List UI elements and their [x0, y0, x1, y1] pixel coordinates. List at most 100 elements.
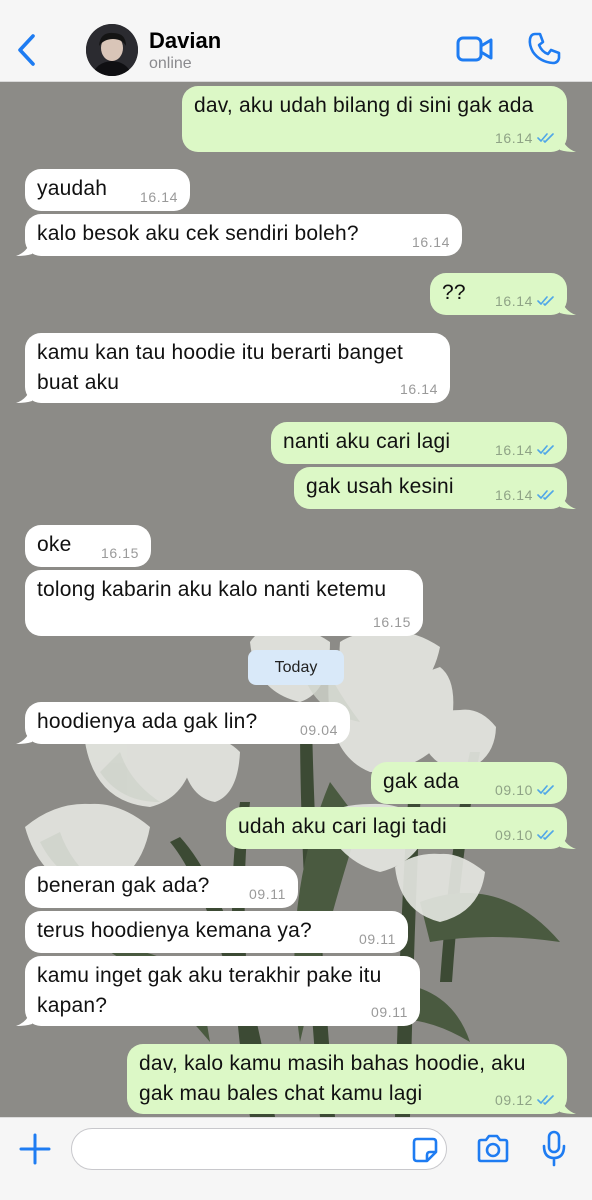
- message-incoming[interactable]: beneran gak ada? 09.11: [25, 866, 298, 908]
- message-incoming[interactable]: yaudah 16.14: [25, 169, 190, 211]
- message-text: dav, kalo kamu masih bahas hoodie, aku g…: [139, 1052, 526, 1105]
- message-time: 16.14: [494, 130, 533, 146]
- bubble-tail: [560, 831, 576, 849]
- message-time: 09.12: [494, 1092, 533, 1108]
- message-bubble[interactable]: hoodienya ada gak lin? 09.04: [16, 702, 350, 744]
- message-bubble[interactable]: beneran gak ada? 09.11: [25, 866, 298, 908]
- message-time: 16.14: [411, 234, 450, 250]
- composer-bar: [0, 1117, 592, 1200]
- contact-name[interactable]: Davian: [149, 28, 221, 54]
- message-time: 09.04: [299, 722, 338, 738]
- message-time: 09.11: [371, 1004, 408, 1020]
- read-ticks-icon: [537, 445, 554, 455]
- back-button[interactable]: [8, 24, 48, 76]
- read-ticks-icon: [537, 490, 554, 500]
- message-text: kamu kan tau hoodie itu berarti banget b…: [37, 341, 404, 394]
- message-time: 16.14: [139, 189, 178, 205]
- video-camera-icon: [456, 36, 493, 62]
- message-incoming[interactable]: hoodienya ada gak lin? 09.04: [16, 702, 350, 744]
- contact-status: online: [149, 55, 192, 72]
- message-time: 09.11: [249, 886, 286, 902]
- attach-button[interactable]: [18, 1132, 52, 1166]
- plus-icon: [19, 1133, 51, 1165]
- message-meta: 16.14: [495, 131, 555, 145]
- message-incoming[interactable]: tolong kabarin aku kalo nanti ketemu 16.1…: [25, 570, 423, 636]
- microphone-icon: [542, 1130, 566, 1167]
- bubble-tail: [16, 1008, 32, 1026]
- microphone-button[interactable]: [541, 1130, 567, 1168]
- message-bubble[interactable]: dav, aku udah bilang di sini gak ada 16.1…: [182, 86, 576, 152]
- message-bubble[interactable]: kalo besok aku cek sendiri boleh? 16.14: [16, 214, 462, 256]
- message-outgoing[interactable]: gak ada 09.10: [371, 762, 567, 804]
- message-meta: 16.14: [495, 488, 555, 502]
- bubble-tail: [16, 726, 32, 744]
- message-bubble[interactable]: yaudah 16.14: [25, 169, 190, 211]
- message-outgoing[interactable]: nanti aku cari lagi 16.14: [271, 422, 567, 464]
- read-ticks-icon: [537, 785, 554, 795]
- message-meta: 09.11: [249, 887, 286, 901]
- message-meta: 09.04: [300, 723, 338, 737]
- message-text: terus hoodienya kemana ya?: [37, 919, 312, 942]
- message-outgoing[interactable]: udah aku cari lagi tadi 09.10: [226, 807, 576, 849]
- message-incoming[interactable]: kamu inget gak aku terakhir pake itu kap…: [16, 956, 420, 1026]
- message-bubble[interactable]: tolong kabarin aku kalo nanti ketemu 16.1…: [25, 570, 423, 636]
- bubble-tail: [560, 134, 576, 152]
- message-bubble[interactable]: udah aku cari lagi tadi 09.10: [226, 807, 576, 849]
- avatar[interactable]: [86, 24, 138, 76]
- message-meta: 09.11: [359, 932, 396, 946]
- message-bubble[interactable]: nanti aku cari lagi 16.14: [271, 422, 567, 464]
- message-time: 09.10: [494, 782, 533, 798]
- message-outgoing[interactable]: gak usah kesini 16.14: [294, 467, 576, 509]
- message-incoming[interactable]: terus hoodienya kemana ya? 09.11: [25, 911, 408, 953]
- camera-button[interactable]: [475, 1133, 511, 1165]
- message-meta: 16.14: [400, 382, 438, 396]
- message-time: 16.14: [494, 442, 533, 458]
- back-chevron-icon: [18, 34, 35, 66]
- message-bubble[interactable]: ?? 16.14: [430, 273, 576, 315]
- message-time: 16.15: [100, 545, 139, 561]
- message-bubble[interactable]: kamu inget gak aku terakhir pake itu kap…: [16, 956, 420, 1026]
- message-meta: 09.11: [371, 1005, 408, 1019]
- message-meta: 16.14: [495, 294, 555, 308]
- message-bubble[interactable]: gak usah kesini 16.14: [294, 467, 576, 509]
- message-bubble[interactable]: oke 16.15: [25, 525, 151, 567]
- message-meta: 16.15: [373, 615, 411, 629]
- message-meta: 16.14: [140, 190, 178, 204]
- message-time: 16.14: [494, 487, 533, 503]
- bubble-tail: [16, 385, 32, 403]
- voice-call-button[interactable]: [526, 30, 562, 66]
- message-incoming[interactable]: oke 16.15: [25, 525, 151, 567]
- sticker-icon: [412, 1137, 438, 1163]
- message-bubble[interactable]: gak ada 09.10: [371, 762, 567, 804]
- message-outgoing[interactable]: ?? 16.14: [430, 273, 576, 315]
- message-time: 09.10: [494, 827, 533, 843]
- read-ticks-icon: [537, 830, 554, 840]
- message-outgoing[interactable]: dav, kalo kamu masih bahas hoodie, aku g…: [127, 1044, 576, 1114]
- message-bubble[interactable]: terus hoodienya kemana ya? 09.11: [25, 911, 408, 953]
- chat-area[interactable]: dav, aku udah bilang di sini gak ada 16.1…: [0, 82, 592, 1117]
- message-bubble[interactable]: kamu kan tau hoodie itu berarti banget b…: [16, 333, 450, 403]
- message-bubble[interactable]: dav, kalo kamu masih bahas hoodie, aku g…: [127, 1044, 576, 1114]
- message-meta: 16.14: [412, 235, 450, 249]
- message-outgoing[interactable]: dav, aku udah bilang di sini gak ada 16.1…: [182, 86, 576, 152]
- message-meta: 16.15: [101, 546, 139, 560]
- message-text: hoodienya ada gak lin?: [37, 710, 258, 733]
- message-text: kamu inget gak aku terakhir pake itu kap…: [37, 964, 382, 1017]
- bubble-tail: [560, 491, 576, 509]
- sticker-button[interactable]: [411, 1136, 439, 1164]
- message-meta: 09.10: [495, 828, 555, 842]
- phone-icon: [528, 32, 561, 65]
- message-meta: 09.10: [495, 783, 555, 797]
- message-incoming[interactable]: kamu kan tau hoodie itu berarti banget b…: [16, 333, 450, 403]
- video-call-button[interactable]: [455, 32, 495, 66]
- message-text: tolong kabarin aku kalo nanti ketemu: [37, 578, 387, 601]
- message-input[interactable]: [71, 1128, 447, 1170]
- read-ticks-icon: [537, 296, 554, 306]
- message-incoming[interactable]: kalo besok aku cek sendiri boleh? 16.14: [16, 214, 462, 256]
- read-ticks-icon: [537, 1095, 554, 1105]
- message-text: kalo besok aku cek sendiri boleh?: [37, 222, 359, 245]
- message-text: dav, aku udah bilang di sini gak ada: [194, 94, 534, 117]
- camera-icon: [477, 1134, 509, 1163]
- bubble-tail: [560, 1096, 576, 1114]
- message-time: 16.14: [494, 293, 533, 309]
